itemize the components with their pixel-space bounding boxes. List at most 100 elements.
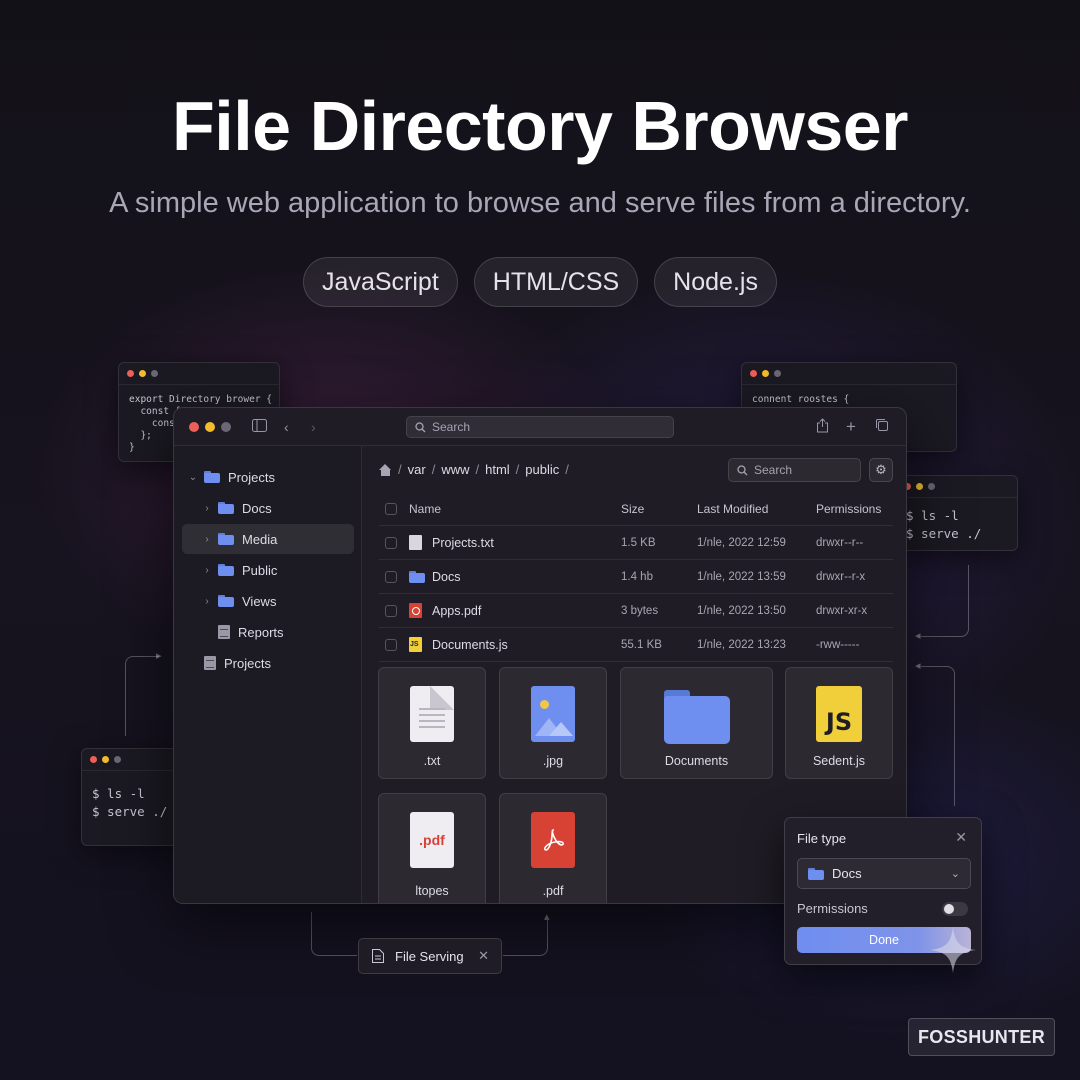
file-permissions: drwxr--r-x — [816, 570, 866, 583]
close-icon[interactable]: ✕ — [478, 948, 489, 964]
breadcrumb-segment[interactable]: html — [485, 462, 510, 477]
file-tile-documents[interactable]: Documents — [620, 667, 773, 779]
title-bar: ‹ › Search + — [174, 408, 906, 446]
sidebar-item-projects-file[interactable]: Projects — [204, 648, 271, 678]
zoom-window-button[interactable] — [221, 421, 231, 432]
text-file-icon — [410, 686, 454, 742]
table-row[interactable]: Projects.txt 1.5 KB 1/nle, 2022 12:59 dr… — [379, 526, 893, 560]
chip-label: File Serving — [395, 948, 464, 964]
terminal-commands: $ ls -l $ serve ./ — [906, 508, 982, 541]
file-modified: 1/nle, 2022 13:23 — [697, 638, 786, 651]
back-arrow-icon[interactable]: ‹ — [284, 418, 289, 436]
file-tile-pdf[interactable]: .pdf — [499, 793, 607, 903]
tile-label: Sedent.js — [812, 754, 866, 768]
close-window-button[interactable] — [189, 421, 199, 432]
tag-html-css: HTML/CSS — [473, 257, 639, 307]
file-name: Apps.pdf — [432, 603, 482, 618]
file-tile-sedent-js[interactable]: JS Sedent.js — [785, 667, 893, 779]
duplicate-tabs-icon[interactable] — [875, 418, 889, 436]
sidebar-item-label: Media — [242, 531, 278, 547]
file-size: 55.1 KB — [621, 638, 662, 651]
folder-icon — [808, 867, 824, 880]
arrow-up-icon: ▴ — [544, 911, 550, 923]
select-all-checkbox[interactable] — [385, 502, 397, 515]
sidebar-item-public[interactable]: › Public — [200, 555, 277, 585]
column-permissions[interactable]: Permissions — [816, 492, 881, 525]
sidebar-item-projects[interactable]: ⌄ Projects — [186, 462, 275, 492]
column-size[interactable]: Size — [621, 492, 644, 525]
chevron-right-icon: › — [205, 502, 209, 514]
connector-line — [311, 912, 357, 956]
folder-icon — [204, 471, 220, 483]
js-file-icon — [409, 637, 422, 652]
chevron-right-icon: › — [205, 533, 209, 545]
file-type-select[interactable]: Docs ⌄ — [797, 858, 971, 889]
column-name[interactable]: Name — [409, 492, 441, 525]
sidebar-item-reports[interactable]: Reports — [218, 617, 284, 647]
chevron-down-icon: ⌄ — [188, 471, 198, 483]
permissions-toggle[interactable] — [942, 902, 968, 916]
sidebar-item-media[interactable]: › Media — [182, 524, 354, 554]
document-icon — [218, 625, 230, 639]
home-icon[interactable] — [379, 463, 392, 476]
breadcrumb-segment[interactable]: var — [408, 462, 426, 477]
permissions-label: Permissions — [797, 901, 868, 916]
row-checkbox[interactable] — [385, 536, 397, 549]
zoom-dot-icon — [928, 483, 935, 490]
folder-icon — [218, 533, 234, 545]
document-icon — [204, 656, 216, 670]
content-search-input[interactable]: Search — [728, 458, 861, 482]
search-placeholder: Search — [432, 420, 471, 434]
file-permissions: drwxr--r-- — [816, 536, 864, 549]
row-checkbox[interactable] — [385, 604, 397, 617]
minimize-dot-icon — [916, 483, 923, 490]
close-dot-icon — [90, 756, 97, 763]
share-icon[interactable] — [816, 418, 829, 437]
minimize-window-button[interactable] — [205, 421, 215, 432]
file-tile-ltopes[interactable]: .pdf ltopes — [378, 793, 486, 903]
connector-line — [921, 666, 955, 806]
file-permissions: drwxr-xr-x — [816, 604, 868, 617]
tile-label: .jpg — [542, 754, 564, 768]
table-row[interactable]: Docs 1.4 hb 1/nle, 2022 13:59 drwxr--r-x — [379, 560, 893, 594]
sidebar-item-label: Projects — [228, 469, 275, 485]
forward-arrow-icon[interactable]: › — [311, 418, 316, 436]
table-header: Name Size Last Modified Permissions — [379, 492, 893, 526]
file-tile-jpg[interactable]: .jpg — [499, 667, 607, 779]
settings-button[interactable]: ⚙ — [869, 458, 893, 482]
terminal-commands: $ ls -l $ serve ./ — [92, 786, 168, 819]
js-file-icon: JS — [816, 686, 862, 742]
window-search-input[interactable]: Search — [406, 416, 674, 438]
file-name: Projects.txt — [432, 535, 494, 550]
sidebar-item-views[interactable]: › Views — [200, 586, 276, 616]
pdf-file-icon — [409, 603, 422, 618]
breadcrumb-segment[interactable]: www — [441, 462, 469, 477]
chevron-down-icon: ⌄ — [950, 868, 960, 880]
add-icon[interactable]: + — [846, 418, 856, 436]
breadcrumb-segment[interactable]: public — [525, 462, 559, 477]
close-icon[interactable]: ✕ — [955, 829, 967, 846]
row-checkbox[interactable] — [385, 570, 397, 583]
file-serving-chip[interactable]: File Serving ✕ — [358, 938, 502, 974]
table-row[interactable]: Apps.pdf 3 bytes 1/nle, 2022 13:50 drwxr… — [379, 594, 893, 628]
column-last-modified[interactable]: Last Modified — [697, 492, 768, 525]
file-table: Name Size Last Modified Permissions Proj… — [379, 492, 893, 662]
arrow-right-icon: ▸ — [156, 650, 162, 662]
zoom-dot-icon — [774, 370, 781, 377]
document-icon — [372, 949, 384, 963]
table-row[interactable]: Documents.js 55.1 KB 1/nle, 2022 13:23 -… — [379, 628, 893, 662]
arrow-left-icon: ◂ — [915, 660, 921, 672]
file-tile-txt[interactable]: .txt — [378, 667, 486, 779]
folder-icon — [218, 595, 234, 607]
pdf-badge: .pdf — [419, 832, 445, 848]
sidebar-toggle-icon[interactable] — [252, 418, 267, 436]
sidebar-item-label: Projects — [224, 655, 271, 671]
tile-label: .pdf — [542, 884, 564, 898]
close-dot-icon — [750, 370, 757, 377]
file-permissions: -rww----- — [816, 638, 860, 651]
select-value: Docs — [832, 866, 862, 881]
tile-label: ltopes — [415, 884, 449, 898]
sidebar-item-label: Reports — [238, 624, 284, 640]
sidebar-item-docs[interactable]: › Docs — [200, 493, 271, 523]
row-checkbox[interactable] — [385, 638, 397, 651]
